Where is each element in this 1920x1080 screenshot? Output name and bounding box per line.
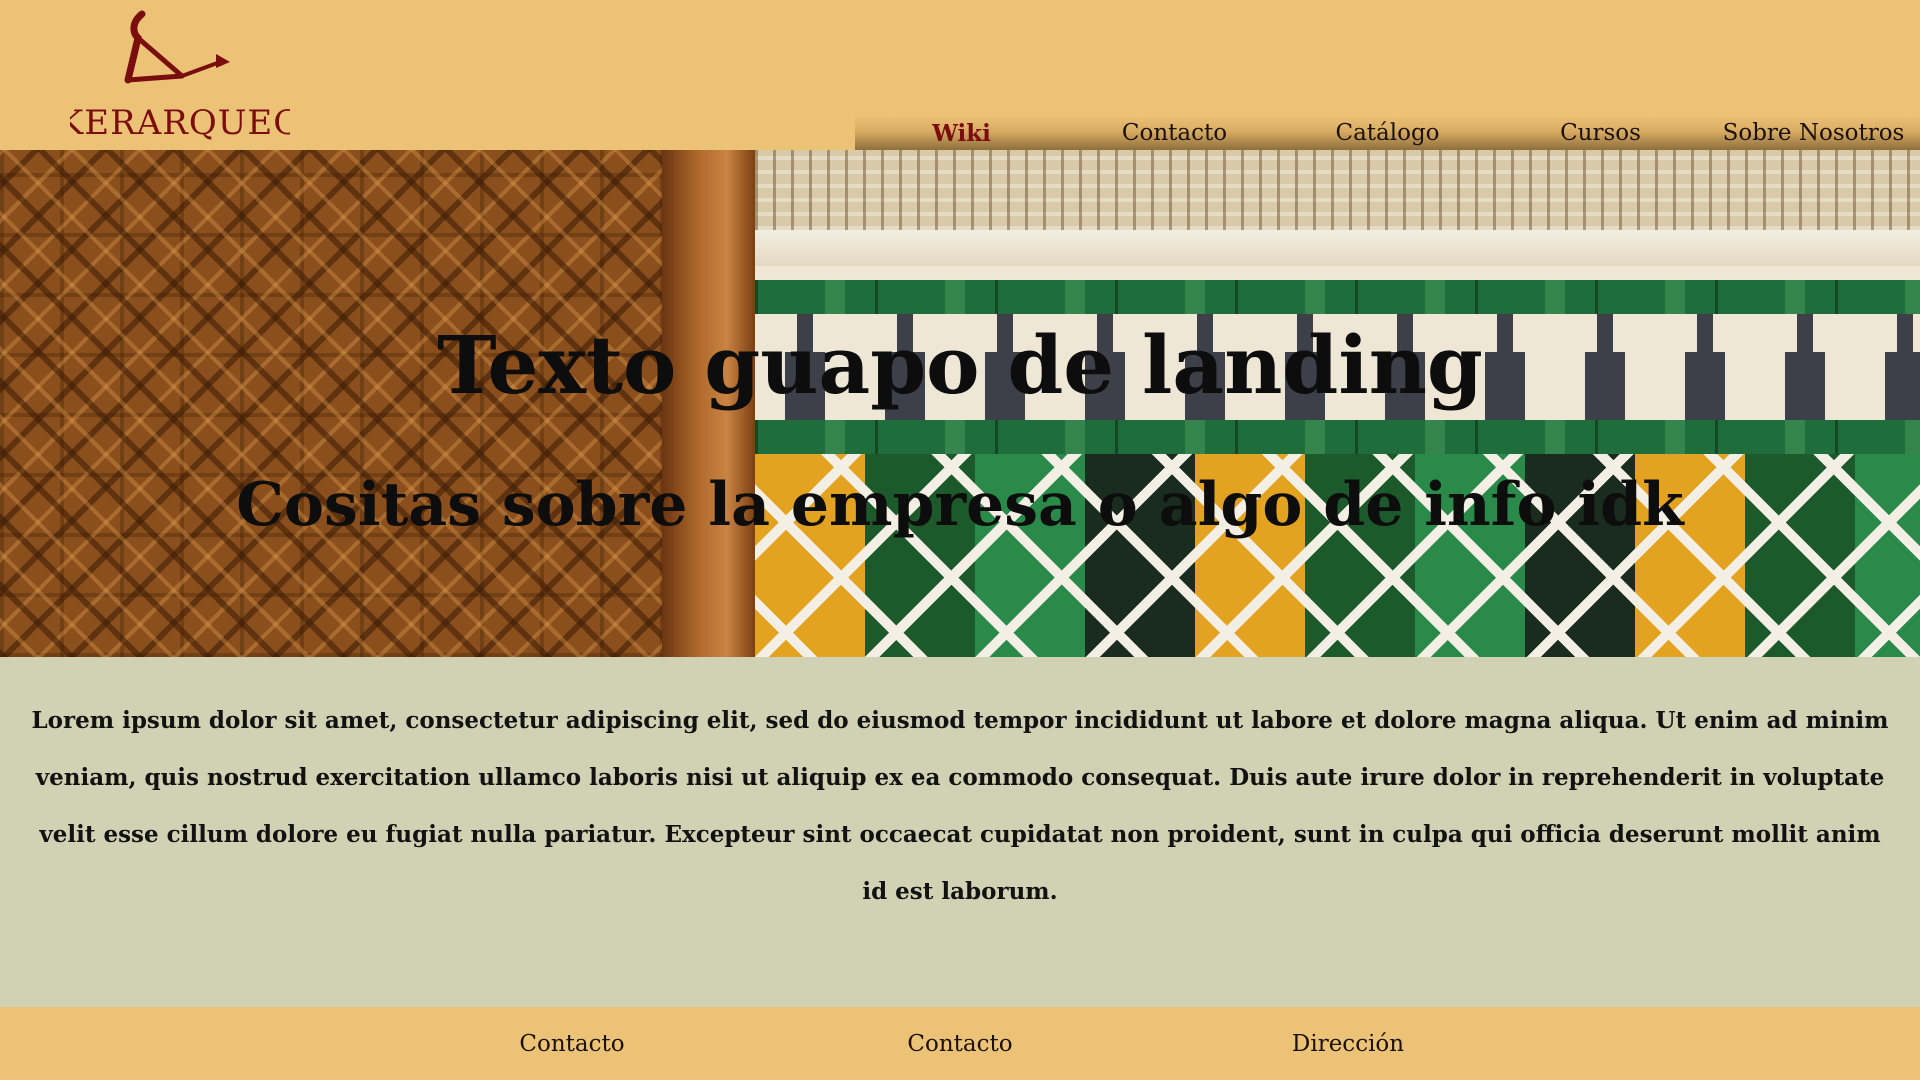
hero-title: Texto guapo de landing <box>437 318 1483 412</box>
green-tile-band <box>755 420 1920 454</box>
footer-link-direccion[interactable]: Dirección <box>1198 1007 1498 1080</box>
frieze-border <box>755 230 1920 266</box>
logo-wordmark: KERARQUEO <box>70 103 290 140</box>
site-footer: Contacto Contacto Dirección <box>0 1007 1920 1080</box>
nav-catalogo[interactable]: Catálogo <box>1281 116 1494 150</box>
nav-contacto[interactable]: Contacto <box>1068 116 1281 150</box>
kerarqueo-logo[interactable]: KERARQUEO <box>70 8 290 140</box>
green-tile-band <box>755 280 1920 314</box>
main-nav: Wiki Contacto Catálogo Cursos Sobre Noso… <box>855 116 1920 150</box>
intro-section: Lorem ipsum dolor sit amet, consectetur … <box>0 657 1920 1007</box>
hero-banner: Texto guapo de landing Cositas sobre la … <box>0 150 1920 657</box>
hero-subtitle: Cositas sobre la empresa o algo de info … <box>236 470 1684 540</box>
footer-link-contacto[interactable]: Contacto <box>422 1007 722 1080</box>
plaster-frieze <box>755 150 1920 230</box>
footer-link-contacto-2[interactable]: Contacto <box>810 1007 1110 1080</box>
nav-sobre-nosotros[interactable]: Sobre Nosotros <box>1707 116 1920 150</box>
nav-cursos[interactable]: Cursos <box>1494 116 1707 150</box>
site-header: KERARQUEO Wiki Contacto Catálogo Cursos … <box>0 0 1920 150</box>
nav-wiki[interactable]: Wiki <box>855 116 1068 150</box>
intro-paragraph: Lorem ipsum dolor sit amet, consectetur … <box>31 707 1889 905</box>
